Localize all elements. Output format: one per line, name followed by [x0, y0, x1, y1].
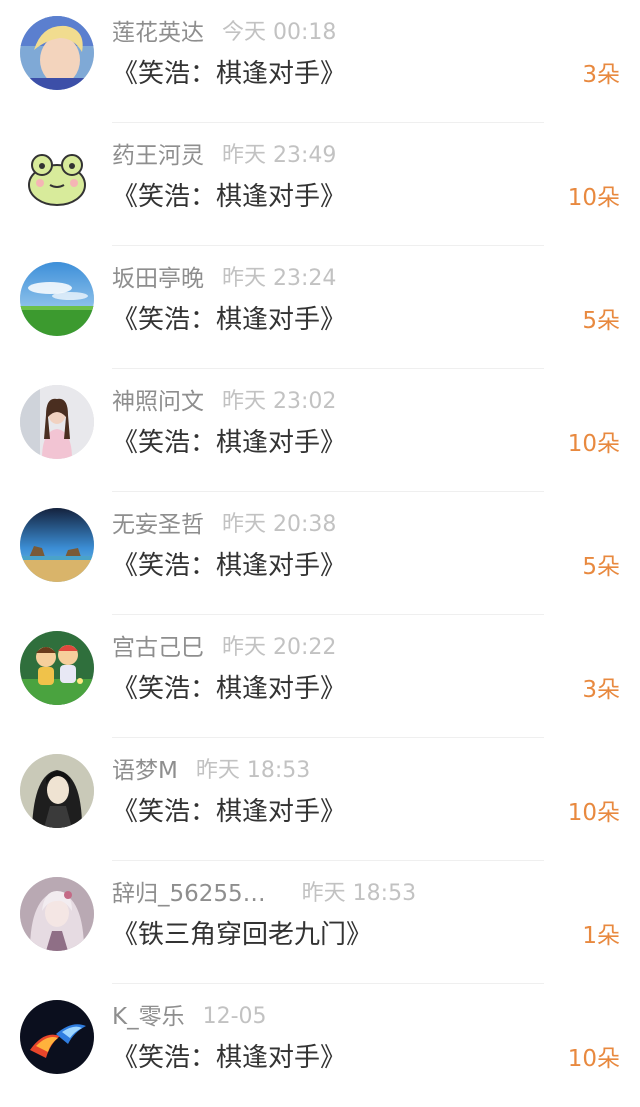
avatar[interactable]	[20, 508, 94, 582]
flower-count: 10朵	[567, 1046, 620, 1072]
item-title[interactable]: 《笑浩：棋逢对手》	[112, 670, 346, 708]
gift-list: 莲花英达 今天 00:18 《笑浩：棋逢对手》 3朵 药王河灵 昨天 23:49 《…	[0, 0, 640, 1106]
flower-count: 5朵	[582, 554, 620, 580]
list-item[interactable]: 神照问文 昨天 23:02 《笑浩：棋逢对手》 10朵	[0, 369, 640, 492]
timestamp: 12-05	[202, 1004, 267, 1029]
user-name[interactable]: 莲花英达	[112, 18, 204, 48]
timestamp: 昨天 23:49	[222, 143, 337, 168]
flower-count: 3朵	[582, 677, 620, 703]
avatar[interactable]	[20, 16, 94, 90]
item-title[interactable]: 《笑浩：棋逢对手》	[112, 301, 346, 339]
flower-count: 5朵	[582, 308, 620, 334]
avatar[interactable]	[20, 877, 94, 951]
item-title[interactable]: 《笑浩：棋逢对手》	[112, 424, 346, 462]
item-title[interactable]: 《笑浩：棋逢对手》	[112, 793, 346, 831]
item-title[interactable]: 《笑浩：棋逢对手》	[112, 1039, 346, 1077]
list-item[interactable]: 宫古己巳 昨天 20:22 《笑浩：棋逢对手》 3朵	[0, 615, 640, 738]
avatar[interactable]	[20, 631, 94, 705]
avatar[interactable]	[20, 262, 94, 336]
user-name[interactable]: 宫古己巳	[112, 633, 204, 663]
flower-count: 10朵	[567, 431, 620, 457]
list-item[interactable]: 坂田亭晚 昨天 23:24 《笑浩：棋逢对手》 5朵	[0, 246, 640, 369]
item-title[interactable]: 《笑浩：棋逢对手》	[112, 178, 346, 216]
user-name[interactable]: 药王河灵	[112, 141, 204, 171]
avatar[interactable]	[20, 139, 94, 213]
user-name[interactable]: 无妄圣哲	[112, 510, 204, 540]
item-title[interactable]: 《笑浩：棋逢对手》	[112, 547, 346, 585]
timestamp: 昨天 18:53	[301, 881, 417, 906]
list-item[interactable]: 辞归_56255… 昨天 18:53 《铁三角穿回老九门》 1朵	[0, 861, 640, 984]
flower-count: 3朵	[582, 62, 620, 88]
list-item[interactable]: 莲花英达 今天 00:18 《笑浩：棋逢对手》 3朵	[0, 0, 640, 123]
timestamp: 昨天 23:24	[222, 266, 337, 291]
user-name[interactable]: 语梦M	[112, 756, 178, 786]
user-name[interactable]: 神照问文	[112, 387, 204, 417]
timestamp: 昨天 20:22	[222, 635, 337, 660]
user-name[interactable]: 辞归_56255…	[112, 879, 266, 909]
list-item[interactable]: K_零乐 12-05 《笑浩：棋逢对手》 10朵	[0, 984, 640, 1107]
item-title[interactable]: 《笑浩：棋逢对手》	[112, 55, 346, 93]
list-item[interactable]: 无妄圣哲 昨天 20:38 《笑浩：棋逢对手》 5朵	[0, 492, 640, 615]
avatar[interactable]	[20, 385, 94, 459]
list-item[interactable]: 药王河灵 昨天 23:49 《笑浩：棋逢对手》 10朵	[0, 123, 640, 246]
flower-count: 1朵	[582, 923, 620, 949]
timestamp: 昨天 18:53	[195, 758, 311, 783]
timestamp: 今天 00:18	[222, 20, 337, 45]
flower-count: 10朵	[567, 800, 620, 826]
avatar[interactable]	[20, 1000, 94, 1074]
user-name[interactable]: K_零乐	[112, 1002, 185, 1032]
flower-count: 10朵	[567, 185, 620, 211]
item-title[interactable]: 《铁三角穿回老九门》	[112, 916, 372, 954]
timestamp: 昨天 20:38	[222, 512, 337, 537]
list-item[interactable]: 语梦M 昨天 18:53 《笑浩：棋逢对手》 10朵	[0, 738, 640, 861]
user-name[interactable]: 坂田亭晚	[112, 264, 204, 294]
avatar[interactable]	[20, 754, 94, 828]
timestamp: 昨天 23:02	[222, 389, 337, 414]
